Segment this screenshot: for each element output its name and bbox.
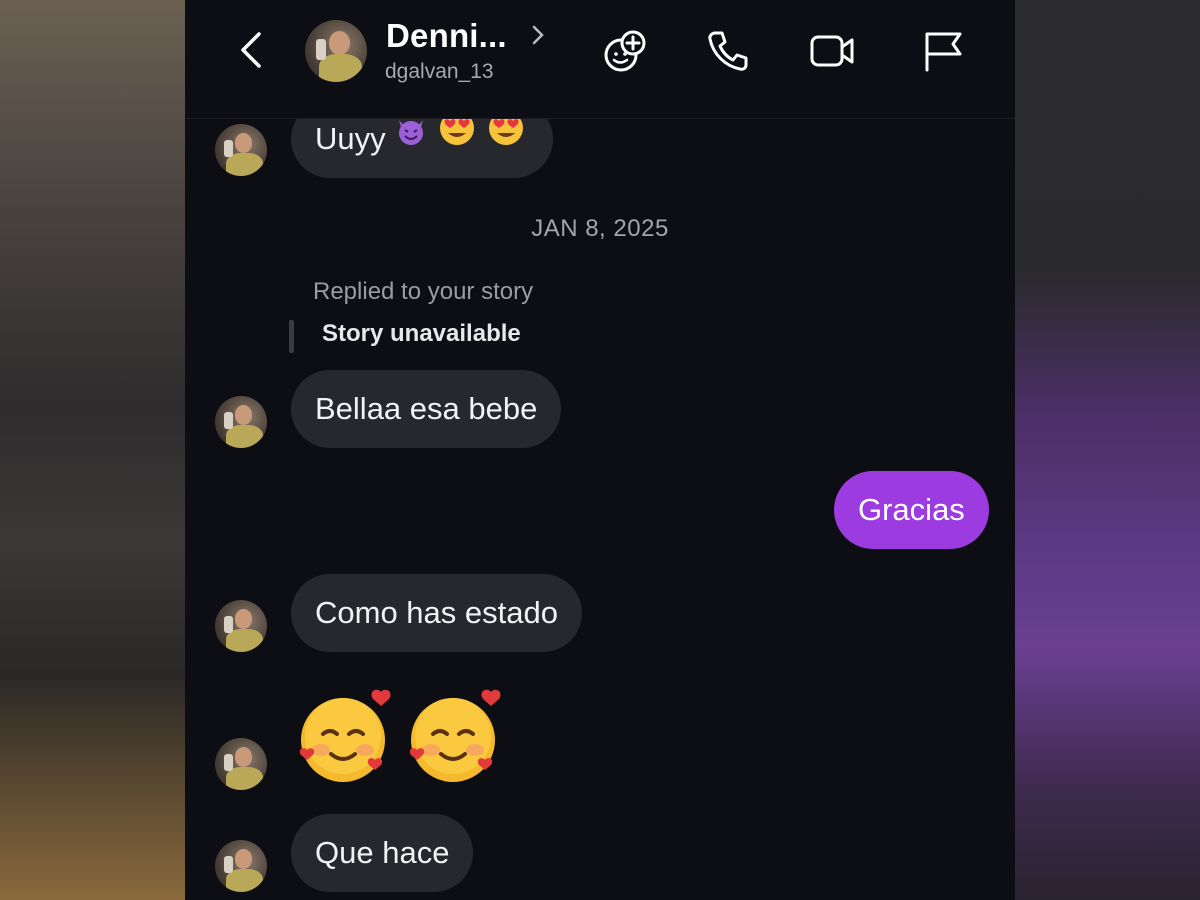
story-unavailable-text: Story unavailable [322, 320, 521, 347]
chevron-right-icon[interactable] [531, 24, 545, 46]
message-list[interactable]: Uuyy JAN 8, 2025 Replied to your story S… [185, 0, 1015, 900]
contact-avatar[interactable] [215, 396, 267, 448]
phone-icon[interactable] [703, 26, 753, 76]
message-bubble-received[interactable]: Bellaa esa bebe [291, 370, 562, 448]
back-icon[interactable] [237, 30, 267, 70]
contact-avatar[interactable] [215, 738, 267, 790]
story-reply-label: Replied to your story [313, 278, 534, 305]
message-text: Uuyy [315, 121, 386, 156]
contact-name[interactable]: Denni... [386, 17, 507, 55]
video-icon[interactable] [808, 26, 858, 76]
header-avatar[interactable] [305, 20, 367, 82]
flag-icon[interactable] [918, 26, 968, 76]
dm-screen: Uuyy JAN 8, 2025 Replied to your story S… [185, 0, 1015, 900]
effects-icon[interactable] [600, 26, 650, 76]
message-bubble-sent[interactable]: Gracias [834, 471, 989, 549]
contact-username[interactable]: dgalvan_13 [385, 60, 494, 84]
chat-header: Denni... dgalvan_13 [185, 0, 1015, 119]
story-reply-bar [289, 320, 294, 353]
background-blur-right [1015, 0, 1200, 900]
smiling-face-with-hearts-icon[interactable] [295, 688, 399, 788]
message-bubble-received[interactable]: Como has estado [291, 574, 582, 652]
contact-avatar[interactable] [215, 124, 267, 176]
message-bubble-received[interactable]: Que hace [291, 814, 474, 892]
contact-avatar[interactable] [215, 840, 267, 892]
background-blur-left [0, 0, 185, 900]
contact-avatar[interactable] [215, 600, 267, 652]
date-separator: JAN 8, 2025 [531, 215, 669, 242]
smiling-face-with-hearts-icon[interactable] [405, 688, 509, 788]
